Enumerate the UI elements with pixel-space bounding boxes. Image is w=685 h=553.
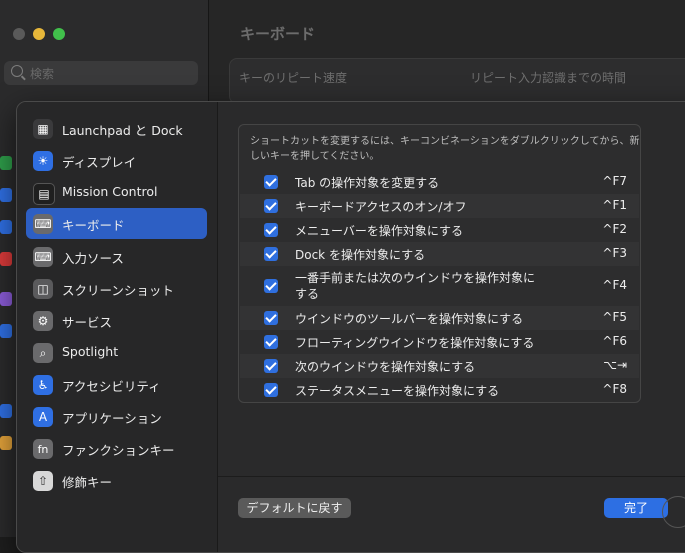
sidebar-item-label: サービス: [62, 315, 113, 330]
shortcut-row[interactable]: 次のウインドウを操作対象にする ⌥⇥: [240, 354, 639, 378]
spotlight-icon: ⌕: [33, 343, 53, 363]
sidebar-item-applications[interactable]: A アプリケーション: [26, 401, 207, 432]
shortcut-checkbox[interactable]: [264, 383, 278, 397]
search-field[interactable]: 検索: [4, 61, 198, 85]
keyboard-shortcuts-sheet: ▦ Launchpad と Dock ☀ ディスプレイ ▤ Mission Co…: [16, 101, 685, 553]
sidebar-item-label: スクリーンショット: [62, 283, 174, 298]
page-title: キーボード: [240, 25, 316, 43]
close-window-button[interactable]: [13, 28, 25, 40]
shortcut-key[interactable]: ^F2: [602, 222, 627, 236]
shortcuts-description: ショートカットを変更するには、キーコンビネーションをダブルクリックしてから、新し…: [250, 136, 640, 162]
shortcut-row[interactable]: ウインドウのツールバーを操作対象にする ^F5: [240, 306, 639, 330]
shortcut-key[interactable]: ^F6: [602, 334, 627, 348]
shortcut-checkbox[interactable]: [264, 247, 278, 261]
bg-sidebar-icon: [0, 156, 12, 170]
footer-divider: [218, 476, 685, 477]
sidebar-item-launchpad-dock[interactable]: ▦ Launchpad と Dock: [26, 113, 207, 144]
search-placeholder: 検索: [30, 67, 55, 81]
shortcut-key[interactable]: ^F8: [602, 382, 627, 396]
shortcut-key[interactable]: ^F4: [602, 278, 627, 292]
sidebar-item-label: 修飾キー: [62, 475, 113, 490]
key-repeat-label: キーのリピート速度: [239, 71, 348, 85]
modifier-keys-icon: ⇧: [33, 471, 53, 491]
sidebar-item-label: ディスプレイ: [62, 155, 137, 170]
shortcut-checkbox[interactable]: [264, 359, 278, 373]
sidebar-item-label: Spotlight: [62, 344, 119, 359]
shortcut-row[interactable]: フローティングウインドウを操作対象にする ^F6: [240, 330, 639, 354]
repeat-delay-label: リピート入力認識までの時間: [470, 71, 627, 85]
sidebar-item-label: キーボード: [62, 218, 125, 233]
shortcut-label: フローティングウインドウを操作対象にする: [295, 336, 535, 350]
sidebar-item-label: アクセシビリティ: [62, 379, 161, 394]
restore-defaults-button[interactable]: デフォルトに戻す: [238, 498, 351, 518]
launchpad-icon: ▦: [33, 119, 53, 139]
shortcut-label: Tab の操作対象を変更する: [295, 176, 440, 190]
shortcut-label: キーボードアクセスのオン/オフ: [295, 200, 467, 214]
sidebar-item-services[interactable]: ⚙ サービス: [26, 305, 207, 336]
sidebar-item-display[interactable]: ☀ ディスプレイ: [26, 145, 207, 176]
input-sources-icon: ⌨: [33, 247, 53, 267]
minimize-window-button[interactable]: [33, 28, 45, 40]
sidebar-item-label: 入力ソース: [62, 251, 124, 266]
applications-icon: A: [33, 407, 53, 427]
shortcut-checkbox[interactable]: [264, 175, 278, 189]
display-icon: ☀: [33, 151, 53, 171]
shortcut-checkbox[interactable]: [264, 311, 278, 325]
bg-sidebar-icon: [0, 324, 12, 338]
bg-sidebar-icon: [0, 220, 12, 234]
function-keys-icon: fn: [33, 439, 53, 459]
shortcut-label: メニューバーを操作対象にする: [295, 224, 464, 238]
sidebar-item-label: Launchpad と Dock: [62, 123, 183, 138]
search-icon: [11, 65, 23, 77]
bg-sidebar-icon: [0, 292, 12, 306]
screenshot-icon: ◫: [33, 279, 53, 299]
shortcut-key[interactable]: ^F1: [602, 198, 627, 212]
sidebar-item-input-sources[interactable]: ⌨ 入力ソース: [26, 241, 207, 272]
shortcut-checkbox[interactable]: [264, 279, 278, 293]
shortcut-key[interactable]: ^F7: [602, 174, 627, 188]
zoom-window-button[interactable]: [53, 28, 65, 40]
sidebar-item-label: ファンクションキー: [62, 443, 175, 458]
shortcut-row[interactable]: ステータスメニューを操作対象にする ^F8: [240, 378, 639, 402]
shortcut-label: Dock を操作対象にする: [295, 248, 426, 262]
sidebar-item-accessibility[interactable]: ♿ アクセシビリティ: [26, 369, 207, 400]
sidebar-item-label: アプリケーション: [62, 411, 162, 426]
sidebar-item-label: Mission Control: [62, 184, 158, 199]
accessibility-icon: ♿: [33, 375, 53, 395]
shortcuts-main: ショートカットを変更するには、キーコンビネーションをダブルクリックしてから、新し…: [218, 102, 685, 552]
shortcuts-list: ショートカットを変更するには、キーコンビネーションをダブルクリックしてから、新し…: [238, 124, 641, 403]
sidebar-item-mission-control[interactable]: ▤ Mission Control: [26, 177, 207, 208]
shortcut-row[interactable]: Dock を操作対象にする ^F3: [240, 242, 639, 266]
shortcut-label: 次のウインドウを操作対象にする: [295, 360, 476, 374]
mission-control-icon: ▤: [33, 183, 55, 205]
shortcut-key[interactable]: ^F3: [602, 246, 627, 260]
shortcut-row[interactable]: キーボードアクセスのオン/オフ ^F1: [240, 194, 639, 218]
bg-sidebar-icon: [0, 404, 12, 418]
sidebar-item-spotlight[interactable]: ⌕ Spotlight: [26, 337, 207, 368]
services-icon: ⚙: [33, 311, 53, 331]
bg-sidebar-icon: [0, 436, 12, 450]
shortcut-row[interactable]: 一番手前または次のウインドウを操作対象にする ^F4: [240, 266, 639, 306]
sidebar-item-modifier-keys[interactable]: ⇧ 修飾キー: [26, 465, 207, 496]
shortcut-label: ウインドウのツールバーを操作対象にする: [295, 312, 524, 326]
shortcut-checkbox[interactable]: [264, 223, 278, 237]
shortcut-label: 一番手前または次のウインドウを操作対象にする: [295, 271, 536, 301]
shortcut-key[interactable]: ^F5: [602, 310, 627, 324]
sidebar-item-function-keys[interactable]: fn ファンクションキー: [26, 433, 207, 464]
done-button[interactable]: 完了: [604, 498, 668, 518]
shortcut-row[interactable]: Tab の操作対象を変更する ^F7: [240, 170, 639, 194]
sidebar-item-screenshots[interactable]: ◫ スクリーンショット: [26, 273, 207, 304]
keyboard-icon: ⌨: [33, 214, 53, 234]
bg-sidebar-icon: [0, 252, 12, 266]
bg-sidebar-icon: [0, 188, 12, 202]
shortcut-checkbox[interactable]: [264, 199, 278, 213]
shortcut-key[interactable]: ⌥⇥: [603, 358, 627, 372]
shortcuts-sidebar: ▦ Launchpad と Dock ☀ ディスプレイ ▤ Mission Co…: [17, 102, 218, 552]
shortcut-row[interactable]: メニューバーを操作対象にする ^F2: [240, 218, 639, 242]
shortcut-label: ステータスメニューを操作対象にする: [295, 384, 500, 398]
shortcut-checkbox[interactable]: [264, 335, 278, 349]
sidebar-item-keyboard[interactable]: ⌨ キーボード: [26, 208, 207, 239]
